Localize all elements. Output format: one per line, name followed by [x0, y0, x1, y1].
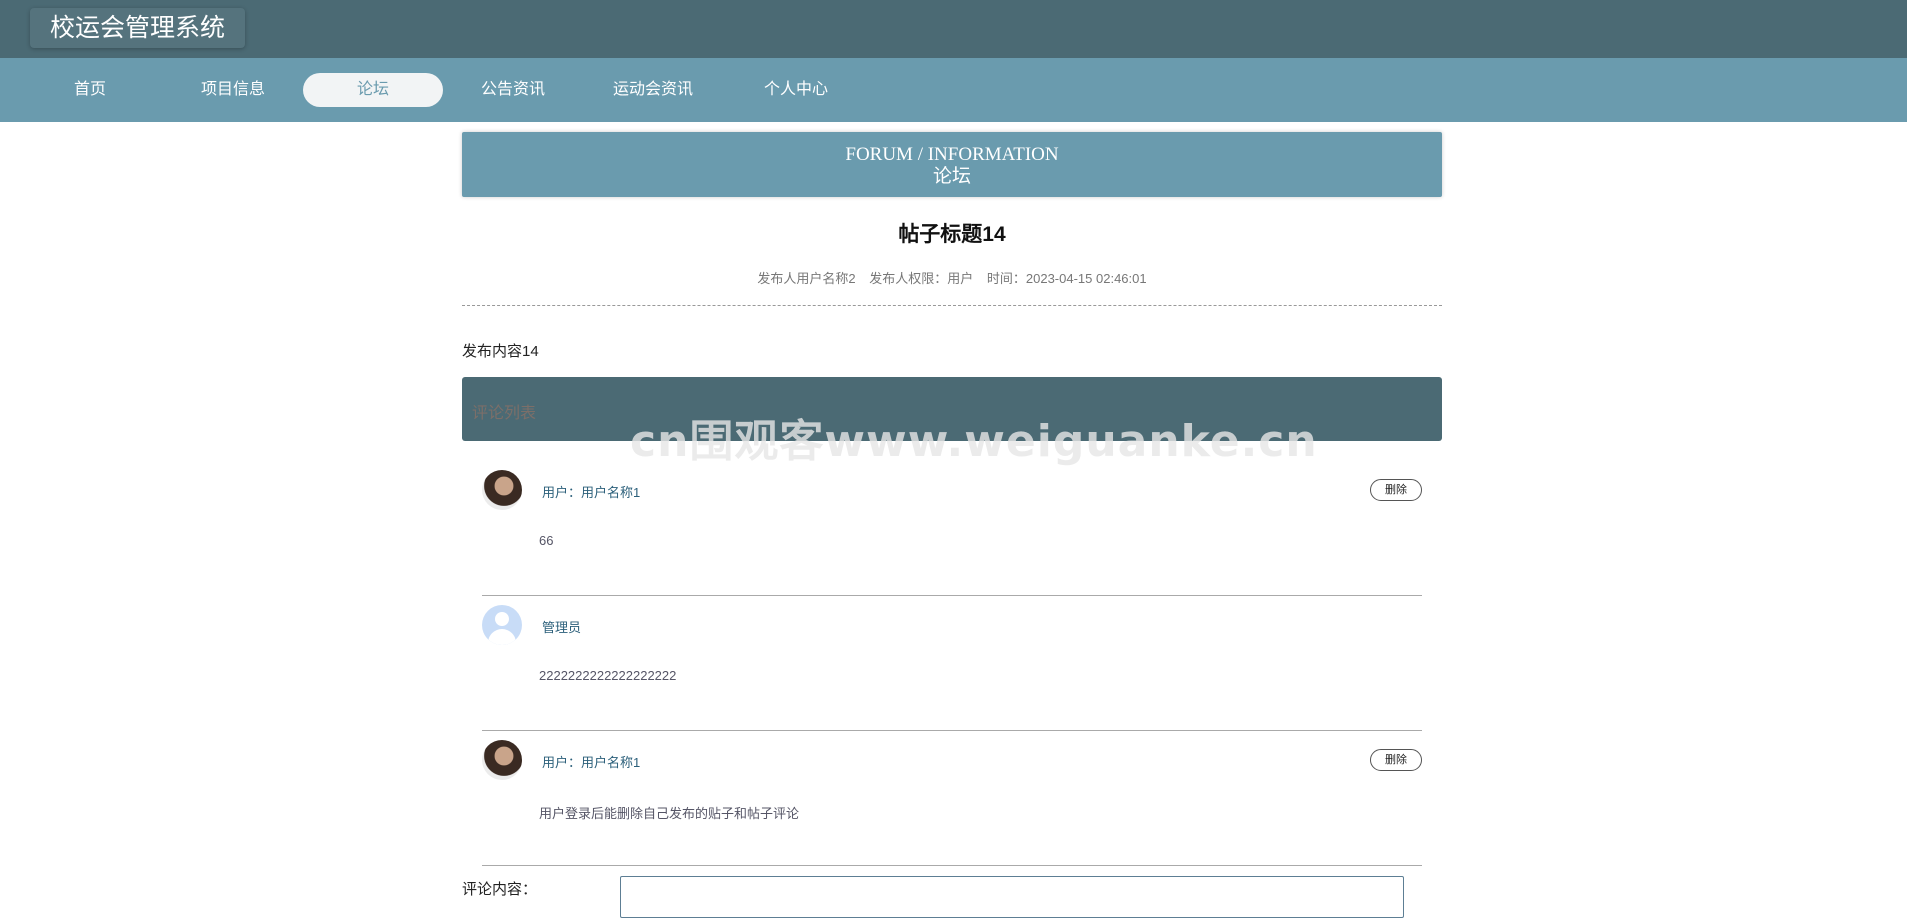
avatar-head-shape	[495, 612, 509, 626]
user-avatar	[482, 470, 522, 510]
post-title: 帖子标题14	[898, 223, 1006, 246]
post-author: 发布人用户名称2	[757, 271, 856, 286]
comment-text: 2222222222222222222	[539, 668, 677, 683]
comment-text: 66	[539, 533, 554, 548]
post-time: 时间：2023-04-15 02:46:01	[986, 271, 1147, 286]
post-role: 发布人权限：用户	[869, 271, 974, 286]
post-meta: 发布人用户名称2 发布人权限：用户 时间：2023-04-15 02:46:01	[462, 268, 1442, 287]
comment-text: 用户登录后能删除自己发布的贴子和帖子评论	[539, 806, 800, 821]
comment-author: 用户：用户名称1	[542, 755, 641, 770]
section-title-en: FORUM / INFORMATION	[845, 144, 1059, 165]
comment-author: 管理员	[542, 620, 582, 635]
comment-item: 管理员 2222222222222222222	[482, 595, 1422, 731]
nav-item-announcements[interactable]: 公告资讯	[443, 73, 583, 107]
app-title: 校运会管理系统	[30, 8, 246, 48]
comment-list-label: 评论列表	[472, 405, 537, 422]
top-header: 校运会管理系统	[0, 0, 1907, 58]
avatar-body-shape	[488, 629, 516, 645]
section-title-cn: 论坛	[932, 166, 971, 187]
default-avatar-icon	[482, 605, 522, 645]
section-header: FORUM / INFORMATION 论坛	[462, 132, 1442, 197]
comment-item: 用户：用户名称1 66 删除	[482, 460, 1422, 596]
comment-input[interactable]	[620, 876, 1404, 918]
delete-comment-button[interactable]: 删除	[1370, 749, 1422, 771]
comment-author: 用户：用户名称1	[542, 485, 641, 500]
nav-item-project-info[interactable]: 项目信息	[163, 73, 303, 107]
user-avatar	[482, 740, 522, 780]
comment-form-label: 评论内容：	[462, 881, 538, 898]
main-nav: 首页 项目信息 论坛 公告资讯 运动会资讯 个人中心	[0, 58, 1907, 122]
divider	[462, 305, 1442, 306]
delete-comment-button[interactable]: 删除	[1370, 479, 1422, 501]
post-content: 发布内容14	[462, 343, 539, 360]
comment-item: 用户：用户名称1 用户登录后能删除自己发布的贴子和帖子评论 删除	[482, 730, 1422, 866]
nav-item-profile[interactable]: 个人中心	[726, 73, 866, 107]
nav-item-sports-news[interactable]: 运动会资讯	[583, 73, 723, 107]
nav-item-home[interactable]: 首页	[20, 73, 160, 107]
nav-item-forum[interactable]: 论坛	[303, 73, 443, 107]
